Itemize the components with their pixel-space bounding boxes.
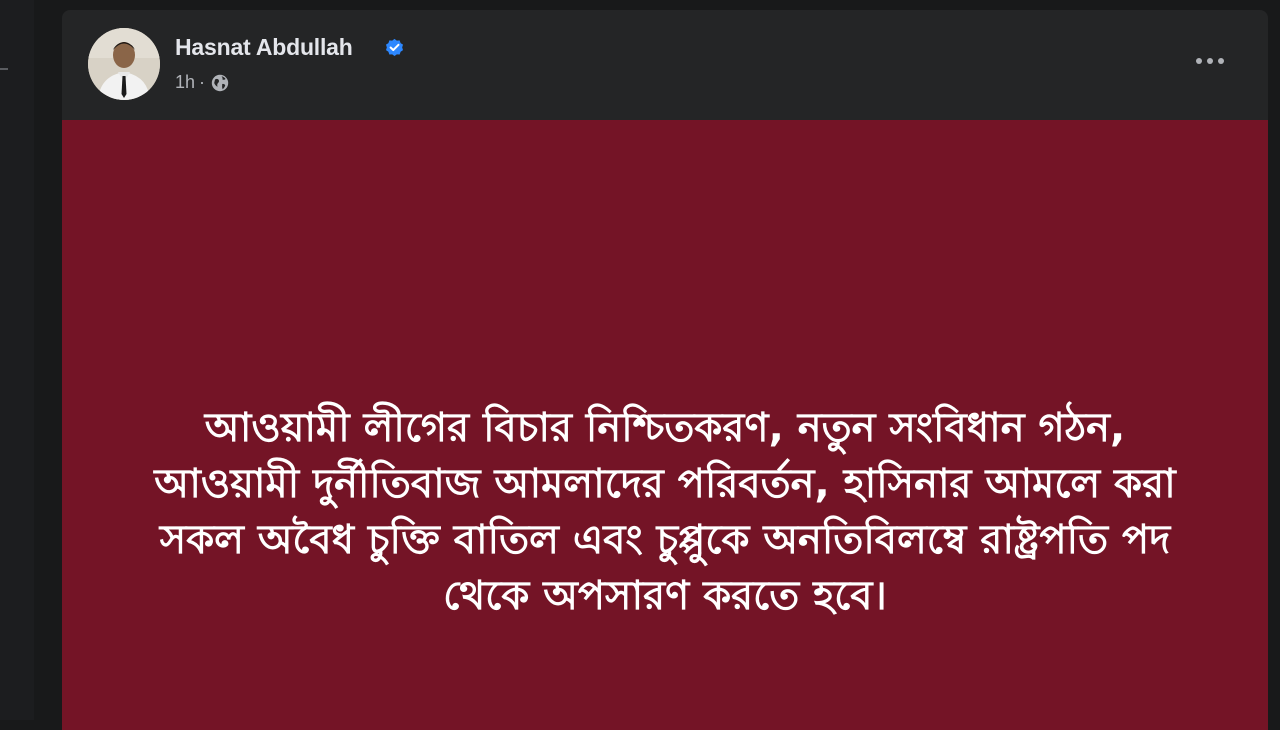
post-text-background: আওয়ামী লীগের বিচার নিশ্চিতকরণ, নতুন সংব…	[62, 120, 1268, 730]
author-avatar[interactable]	[88, 28, 160, 100]
verified-badge-icon	[385, 38, 404, 57]
more-options-button[interactable]	[1190, 48, 1230, 74]
post-card: Hasnat Abdullah 1h · আওয়ামী লীগের বিচার…	[62, 10, 1268, 730]
post-timestamp[interactable]: 1h	[175, 72, 195, 93]
left-sidebar-edge	[0, 0, 34, 720]
post-meta: 1h ·	[175, 72, 230, 93]
post-header: Hasnat Abdullah 1h ·	[62, 10, 1268, 120]
post-text: আওয়ামী লীগের বিচার নিশ্চিতকরণ, নতুন সংব…	[154, 405, 1176, 619]
meta-separator: ·	[199, 72, 206, 92]
globe-icon[interactable]	[210, 73, 230, 93]
avatar-photo	[88, 28, 160, 100]
more-horizontal-icon	[1196, 58, 1224, 64]
author-name[interactable]: Hasnat Abdullah	[175, 34, 353, 61]
sidebar-divider	[0, 68, 8, 70]
